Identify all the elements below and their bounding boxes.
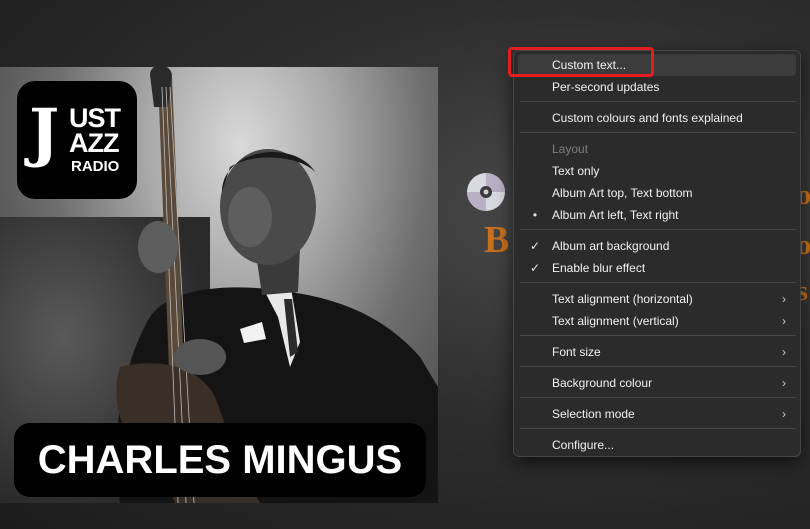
radio-bullet-icon: •	[532, 208, 538, 222]
checkmark-icon: ✓	[529, 261, 541, 275]
chevron-right-icon: ›	[782, 345, 786, 359]
just-jazz-radio-logo: J UST AZZ RADIO	[17, 81, 137, 199]
chevron-right-icon: ›	[782, 292, 786, 306]
menu-separator	[520, 132, 796, 133]
cd-disc-icon	[466, 172, 506, 212]
menu-item-text-only[interactable]: Text only	[518, 160, 796, 182]
artist-name: CHARLES MINGUS	[37, 437, 403, 482]
menu-item-album-art-background[interactable]: ✓ Album art background	[518, 235, 796, 257]
album-art: J UST AZZ RADIO CHARLES MINGUS	[0, 67, 438, 503]
menu-item-background-colour[interactable]: Background colour ›	[518, 372, 796, 394]
menu-item-custom-colours-fonts[interactable]: Custom colours and fonts explained	[518, 107, 796, 129]
menu-item-text-align-horizontal[interactable]: Text alignment (horizontal) ›	[518, 288, 796, 310]
logo-line-2: AZZ	[69, 128, 119, 158]
menu-item-font-size[interactable]: Font size ›	[518, 341, 796, 363]
menu-item-label: Album art background	[552, 239, 670, 253]
checkmark-icon: ✓	[529, 239, 541, 253]
red-highlight-annotation	[508, 47, 654, 77]
chevron-right-icon: ›	[782, 376, 786, 390]
context-menu: Custom text... Per-second updates Custom…	[513, 50, 801, 457]
menu-separator	[520, 229, 796, 230]
menu-header-layout: Layout	[518, 138, 796, 160]
artist-name-banner: CHARLES MINGUS	[14, 423, 426, 497]
menu-item-label: Enable blur effect	[552, 261, 646, 275]
menu-item-label: Text alignment (vertical)	[552, 314, 679, 328]
menu-item-album-art-left[interactable]: • Album Art left, Text right	[518, 204, 796, 226]
menu-item-label: Font size	[552, 345, 601, 359]
menu-item-label: Per-second updates	[552, 80, 660, 94]
menu-item-label: Text only	[552, 164, 600, 178]
menu-item-per-second-updates[interactable]: Per-second updates	[518, 76, 796, 98]
menu-item-label: Album Art left, Text right	[552, 208, 679, 222]
menu-item-enable-blur[interactable]: ✓ Enable blur effect	[518, 257, 796, 279]
background-title-letter: B	[484, 219, 510, 261]
menu-item-label: Configure...	[552, 438, 615, 452]
menu-item-selection-mode[interactable]: Selection mode ›	[518, 403, 796, 425]
menu-separator	[520, 428, 796, 429]
menu-separator	[520, 282, 796, 283]
menu-item-album-art-top[interactable]: Album Art top, Text bottom	[518, 182, 796, 204]
menu-item-label: Background colour	[552, 376, 653, 390]
logo-j-glyph: J	[29, 95, 60, 170]
menu-separator	[520, 101, 796, 102]
menu-item-label: Custom colours and fonts explained	[552, 111, 743, 125]
menu-item-text-align-vertical[interactable]: Text alignment (vertical) ›	[518, 310, 796, 332]
menu-separator	[520, 366, 796, 367]
chevron-right-icon: ›	[782, 407, 786, 421]
chevron-right-icon: ›	[782, 314, 786, 328]
menu-item-label: Layout	[552, 142, 589, 156]
menu-item-label: Text alignment (horizontal)	[552, 292, 693, 306]
menu-item-label: Selection mode	[552, 407, 635, 421]
menu-item-label: Album Art top, Text bottom	[552, 186, 693, 200]
menu-item-configure[interactable]: Configure...	[518, 434, 796, 456]
menu-separator	[520, 335, 796, 336]
menu-separator	[520, 397, 796, 398]
logo-line-3: RADIO	[71, 158, 120, 175]
